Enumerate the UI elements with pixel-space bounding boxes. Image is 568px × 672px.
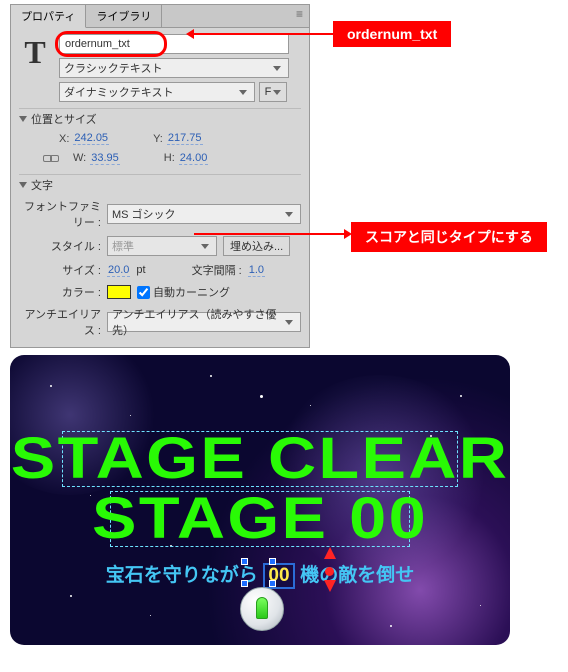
embed-button[interactable]: 埋め込み... — [223, 236, 290, 256]
antialias-label: アンチエイリアス : — [19, 306, 101, 338]
auto-kerning-checkbox[interactable]: 自動カーニング — [137, 284, 230, 300]
tab-bar: プロパティ ライブラリ ≡ — [11, 5, 309, 28]
callout-line — [194, 233, 344, 235]
subtitle-part-1: 宝石を守りながら — [106, 565, 258, 586]
selection-handle[interactable] — [241, 580, 248, 587]
stage-number-text: STAGE 00 — [10, 485, 510, 552]
subtitle-text: 宝石を守りながら 00 機の敵を倒せ — [10, 560, 510, 589]
chevron-down-icon — [273, 85, 281, 99]
chevron-down-icon — [282, 315, 296, 329]
transform-arrow-down[interactable] — [324, 580, 336, 592]
font-family-value: MS ゴシック — [112, 206, 282, 222]
font-size-label: サイズ : — [19, 262, 101, 278]
text-engine-dropdown[interactable]: クラシックテキスト — [59, 58, 289, 78]
font-style-label: スタイル : — [19, 238, 101, 254]
letter-spacing-label: 文字間隔 : — [192, 262, 242, 278]
x-value[interactable]: 242.05 — [73, 132, 109, 145]
color-label: カラー : — [19, 284, 101, 300]
chevron-down-icon — [236, 85, 250, 99]
tab-properties[interactable]: プロパティ — [11, 5, 86, 28]
w-label: W: — [73, 152, 86, 164]
h-label: H: — [164, 152, 175, 164]
font-size-value[interactable]: 20.0 — [107, 264, 130, 277]
stage-preview: STAGE CLEAR STAGE 00 宝石を守りながら 00 機の敵を倒せ — [10, 355, 510, 645]
callout-line — [193, 33, 333, 35]
antialias-value: アンチエイリアス（読みやすさ優先） — [112, 306, 282, 338]
subtitle-part-2: 機の敵を倒せ — [300, 565, 414, 586]
properties-panel: プロパティ ライブラリ ≡ T クラシックテキスト ダイナミックテキスト — [10, 4, 310, 348]
stage-clear-text: STAGE CLEAR — [10, 425, 510, 492]
color-swatch[interactable] — [107, 285, 131, 299]
font-family-label: フォントファミリー : — [19, 198, 101, 230]
chevron-down-icon — [282, 207, 296, 221]
selection-handle[interactable] — [241, 558, 248, 565]
font-style-dropdown: 標準 — [107, 236, 217, 256]
auto-kerning-label: 自動カーニング — [153, 284, 230, 300]
font-family-dropdown[interactable]: MS ゴシック — [107, 204, 301, 224]
auto-kerning-input[interactable] — [137, 286, 150, 299]
callout-instance-name: ordernum_txt — [333, 21, 451, 47]
text-tool-icon: T — [19, 34, 51, 102]
font-size-unit: pt — [136, 264, 145, 276]
callout-font-type: スコアと同じタイプにする — [351, 222, 547, 252]
link-icon[interactable] — [43, 151, 59, 165]
text-orientation-button[interactable]: F — [259, 82, 287, 102]
letter-spacing-value[interactable]: 1.0 — [248, 264, 265, 277]
transform-arrow-up[interactable] — [324, 547, 336, 559]
orientation-icon: F — [265, 86, 272, 98]
section-character[interactable]: 文字 — [19, 174, 301, 195]
section-position-size[interactable]: 位置とサイズ — [19, 108, 301, 129]
x-label: X: — [59, 133, 69, 145]
tab-library[interactable]: ライブラリ — [86, 5, 162, 27]
y-label: Y: — [153, 133, 163, 145]
text-type-dropdown[interactable]: ダイナミックテキスト — [59, 82, 255, 102]
h-value[interactable]: 24.00 — [179, 152, 209, 165]
w-value[interactable]: 33.95 — [90, 152, 120, 165]
font-style-value: 標準 — [112, 238, 198, 254]
text-engine-value: クラシックテキスト — [64, 60, 270, 76]
ordernum-textfield[interactable]: 00 — [263, 563, 295, 589]
transform-anchor[interactable] — [325, 567, 334, 576]
panel-menu-icon[interactable]: ≡ — [290, 5, 309, 27]
selection-handle[interactable] — [269, 558, 276, 565]
chevron-down-icon — [198, 239, 212, 253]
y-value[interactable]: 217.75 — [167, 132, 203, 145]
text-type-value: ダイナミックテキスト — [64, 84, 236, 100]
chevron-down-icon — [270, 61, 284, 75]
selection-handle[interactable] — [269, 580, 276, 587]
antialias-dropdown[interactable]: アンチエイリアス（読みやすさ優先） — [107, 312, 301, 332]
instance-name-input[interactable] — [59, 34, 289, 54]
spaceship-sprite — [240, 587, 284, 631]
